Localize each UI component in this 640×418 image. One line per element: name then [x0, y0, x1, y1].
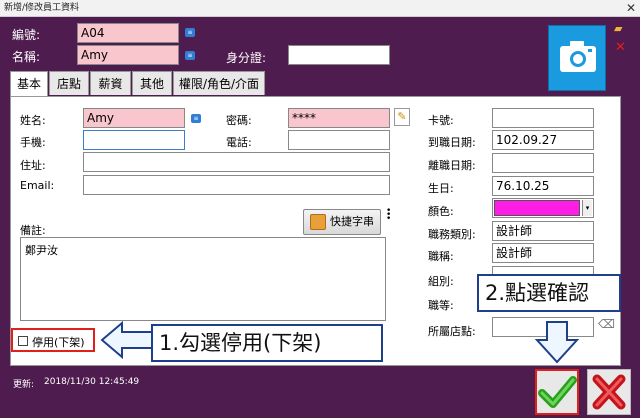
folder-icon[interactable]: ▰	[614, 22, 622, 35]
updated-timestamp: 2018/11/30 12:45:49	[44, 377, 140, 387]
confirm-button[interactable]	[535, 369, 579, 415]
memo-textarea[interactable]: 鄭尹汝	[20, 237, 386, 321]
callout-arrow-left	[100, 320, 153, 360]
name-lookup-icon[interactable]: ≡	[185, 51, 195, 60]
disable-checkbox-label: 停用(下架)	[32, 336, 85, 349]
birthday-field[interactable]: 76.10.25	[492, 176, 594, 196]
updated-label: 更新:	[13, 380, 35, 390]
broom-clear-icon[interactable]: ⌫	[598, 317, 615, 335]
tab-basic[interactable]: 基本	[10, 71, 48, 97]
pencil-icon[interactable]: ✎	[394, 108, 410, 126]
tab-stores[interactable]: 店點	[49, 71, 89, 95]
title-bar: 新增/修改員工資料 ✕	[0, 0, 640, 17]
cross-icon	[592, 374, 626, 410]
disable-checkbox-box[interactable]	[18, 336, 28, 346]
surname-lookup-icon[interactable]: ≡	[191, 114, 201, 123]
password-label: 密碼:	[226, 114, 252, 127]
name-field[interactable]: Amy	[77, 45, 179, 65]
job-type-label: 職務類別:	[428, 228, 476, 241]
callout-step1: 1.勾選停用(下架)	[151, 324, 383, 362]
tab-permissions[interactable]: 權限/角色/介面	[173, 71, 265, 95]
window-close-button[interactable]: ✕	[626, 0, 636, 17]
color-label: 顏色:	[428, 205, 454, 218]
hire-date-field[interactable]: 102.09.27	[492, 130, 594, 150]
employee-photo[interactable]	[548, 25, 606, 91]
delete-photo-icon[interactable]: ✕	[615, 40, 626, 55]
address-field[interactable]	[83, 152, 390, 172]
phone-label: 電話:	[226, 136, 252, 149]
job-type-field[interactable]: 設計師	[492, 221, 594, 241]
quick-phrase-button[interactable]: 快捷字串	[303, 209, 381, 235]
mobile-field[interactable]	[83, 130, 185, 150]
code-field[interactable]: A04	[77, 23, 179, 43]
email-field[interactable]	[83, 175, 390, 195]
store-label: 所屬店點:	[428, 325, 476, 338]
id-label: 身分證:	[226, 51, 267, 65]
leave-date-label: 離職日期:	[428, 159, 476, 172]
leave-date-field[interactable]	[492, 153, 594, 173]
callout-step2: 2.點選確認	[477, 274, 621, 312]
code-label: 編號:	[12, 28, 41, 42]
surname-field[interactable]: Amy	[83, 108, 185, 128]
address-label: 住址:	[20, 159, 46, 172]
employee-edit-window: 新增/修改員工資料 ✕ 編號: A04 ≡ 名稱: Amy ≡ 身分證: ▰ ✕…	[0, 0, 640, 418]
code-lookup-icon[interactable]: ≡	[185, 28, 195, 37]
tab-other[interactable]: 其他	[132, 71, 172, 95]
memo-label: 備註:	[20, 224, 46, 237]
card-field[interactable]	[492, 108, 594, 128]
color-picker[interactable]: ▾	[492, 198, 594, 218]
quick-phrase-label: 快捷字串	[330, 215, 374, 228]
tab-salary[interactable]: 薪資	[90, 71, 131, 95]
camera-icon	[560, 41, 596, 72]
password-field[interactable]: ****	[288, 108, 390, 128]
name-label: 名稱:	[12, 50, 41, 64]
birthday-label: 生日:	[428, 182, 454, 195]
disable-checkbox[interactable]: 停用(下架)	[11, 328, 95, 352]
quick-phrase-icon	[310, 214, 326, 230]
job-title-label: 職稱:	[428, 250, 454, 263]
surname-label: 姓名:	[20, 114, 46, 127]
checkmark-icon	[538, 376, 577, 408]
id-field[interactable]	[288, 45, 390, 65]
mobile-label: 手機:	[20, 136, 46, 149]
color-swatch	[494, 200, 580, 216]
color-dropdown-icon[interactable]: ▾	[582, 200, 592, 216]
group-label: 組別:	[428, 275, 454, 288]
cancel-button[interactable]	[587, 369, 631, 415]
email-label: Email:	[20, 179, 55, 192]
more-options-icon[interactable]: • • •	[386, 207, 391, 224]
window-title: 新增/修改員工資料	[4, 3, 80, 13]
card-label: 卡號:	[428, 114, 454, 127]
phone-field[interactable]	[288, 130, 390, 150]
hire-date-label: 到職日期:	[428, 136, 476, 149]
job-title-field[interactable]: 設計師	[492, 243, 594, 263]
grade-label: 職等:	[428, 299, 454, 312]
callout-arrow-down	[534, 321, 580, 364]
